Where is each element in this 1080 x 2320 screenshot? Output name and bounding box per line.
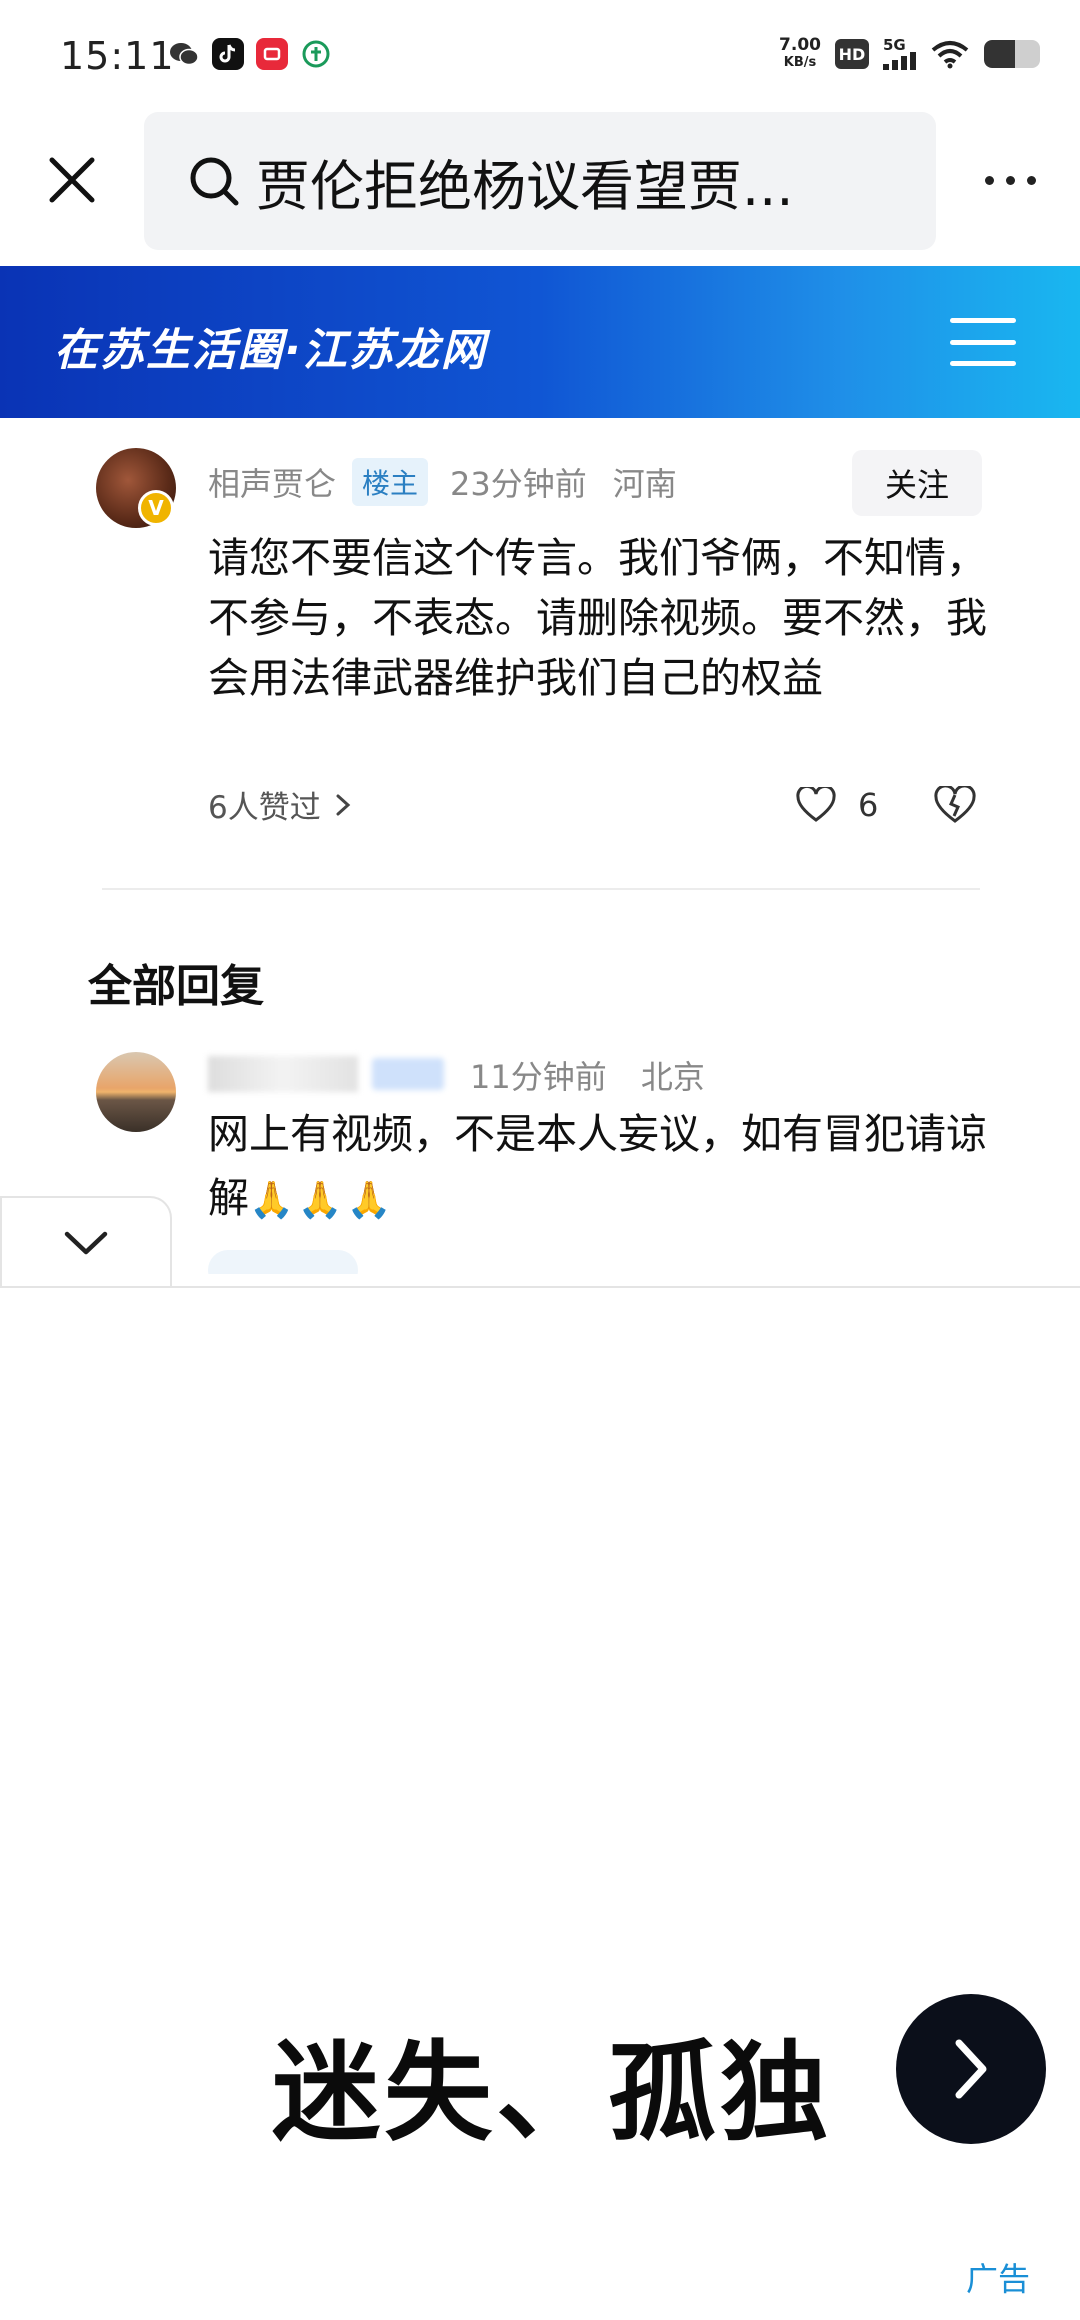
close-icon [49,157,95,203]
battery-icon [984,40,1040,68]
app-leaf-icon [300,38,332,70]
praying-hands-emoji: 🙏🙏🙏 [249,1180,396,1221]
op-badge: 楼主 [352,458,429,506]
ad-panel[interactable]: 迷失、孤独 广告 [0,1286,1080,2320]
comment-text: 请您不要信这个传言。我们爷俩，不知情，不参与，不表态。请删除视频。要不然，我会用… [208,534,987,702]
heart-icon [796,787,836,822]
chevron-right-icon [336,794,350,815]
status-indicators: 7.00 KB/s HD 5G [779,36,1040,72]
likes-summary: 6人赞过 [208,790,321,826]
more-options-button[interactable] [970,150,1050,210]
network-speed: 7.00 KB/s [779,35,821,70]
chevron-right-icon [955,2039,987,2099]
author-name[interactable]: 相声贾仑 [208,459,336,505]
wechat-icon [168,38,200,70]
more-dot-icon [984,175,994,185]
menu-line-icon [950,318,1016,323]
reply-location: 北京 [640,1058,705,1096]
tiktok-icon [212,38,244,70]
reply-author-name-blurred [208,1056,358,1092]
collapse-ad-button[interactable] [0,1196,172,1288]
reply-button[interactable] [208,1250,358,1274]
menu-line-icon [950,361,1016,366]
wifi-icon [931,41,969,69]
search-icon [190,157,239,206]
dislike-button[interactable] [934,784,976,828]
follow-button[interactable]: 关注 [852,450,982,516]
taobao-icon [256,38,288,70]
ad-label: 广告 [966,2260,1031,2298]
reply-avatar[interactable] [96,1052,176,1132]
menu-button[interactable] [950,318,1016,366]
more-dot-icon [1005,175,1015,185]
likes-summary-link[interactable]: 6人赞过 [208,782,355,827]
reply-actions-partial [208,1250,988,1274]
status-app-icons [168,38,332,70]
reply-time: 11分钟前 [470,1058,607,1096]
comment-time: 23分钟前 [450,465,587,503]
close-button[interactable] [42,150,102,210]
search-query: 贾伦拒绝杨议看望贾... [256,154,794,218]
like-count: 6 [858,786,879,824]
all-replies-title: 全部回复 [88,961,264,1012]
like-button[interactable]: 6 [796,786,878,824]
banner-title[interactable]: 在苏生活圈·江苏龙网 [54,314,487,378]
reply-text: 网上有视频，不是本人妄议，如有冒犯请谅解🙏🙏🙏 [208,1110,987,1222]
more-dot-icon [1026,175,1036,185]
reply-meta: 11分钟前 北京 [470,1052,705,1098]
reply-badge-blurred [372,1058,444,1090]
chevron-down-icon [64,1231,108,1255]
hd-icon: HD [835,39,869,69]
site-banner: 在苏生活圈·江苏龙网 [0,266,1080,418]
broken-heart-icon [934,784,976,823]
ad-headline: 迷失、孤独 [272,2031,833,2156]
search-bar[interactable]: 贾伦拒绝杨议看望贾... [144,112,936,250]
ad-next-button[interactable] [896,1994,1046,2144]
comment-location: 河南 [612,465,677,503]
comment-meta: 相声贾仑 楼主 23分钟前 河南 [208,458,677,506]
status-bar: 15:11 7.00 KB/s HD 5G [0,0,1080,110]
verified-badge-icon: V [138,490,174,526]
signal-icon: 5G [883,38,916,70]
status-time: 15:11 [60,34,175,78]
menu-line-icon [950,339,1016,345]
divider [102,888,980,890]
